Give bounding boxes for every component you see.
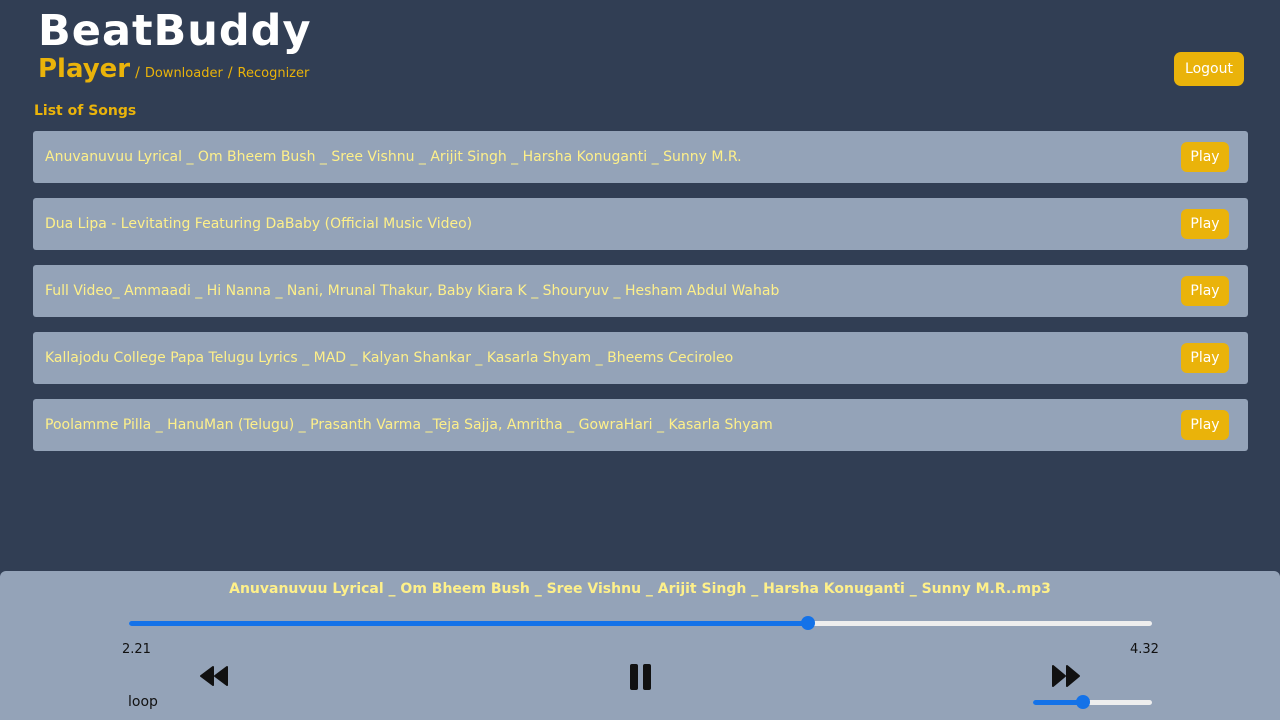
nav-separator: / xyxy=(135,65,140,81)
fast-forward-icon[interactable] xyxy=(1051,663,1083,693)
play-button[interactable]: Play xyxy=(1181,276,1229,306)
player-bar: Anuvanuvuu Lyrical _ Om Bheem Bush _ Sre… xyxy=(0,571,1280,720)
song-title: Poolamme Pilla _ HanuMan (Telugu) _ Pras… xyxy=(45,417,773,433)
play-button[interactable]: Play xyxy=(1181,142,1229,172)
song-title: Kallajodu College Papa Telugu Lyrics _ M… xyxy=(45,350,734,366)
play-button[interactable]: Play xyxy=(1181,209,1229,239)
now-playing-title: Anuvanuvuu Lyrical _ Om Bheem Bush _ Sre… xyxy=(229,581,1051,597)
seek-thumb[interactable] xyxy=(801,616,816,630)
play-button[interactable]: Play xyxy=(1181,343,1229,373)
play-button[interactable]: Play xyxy=(1181,410,1229,440)
song-title: Dua Lipa - Levitating Featuring DaBaby (… xyxy=(45,216,473,232)
song-title: Anuvanuvuu Lyrical _ Om Bheem Bush _ Sre… xyxy=(45,149,742,165)
seek-progress xyxy=(129,621,809,626)
volume-thumb[interactable] xyxy=(1075,695,1090,709)
song-list: Anuvanuvuu Lyrical _ Om Bheem Bush _ Sre… xyxy=(33,131,1248,466)
song-row: Anuvanuvuu Lyrical _ Om Bheem Bush _ Sre… xyxy=(33,131,1248,183)
nav-downloader[interactable]: Downloader xyxy=(145,66,223,81)
song-row: Dua Lipa - Levitating Featuring DaBaby (… xyxy=(33,198,1248,250)
current-time: 2.21 xyxy=(122,642,151,657)
rewind-icon[interactable] xyxy=(199,664,229,692)
loop-toggle[interactable]: loop xyxy=(128,694,158,710)
seek-slider[interactable] xyxy=(129,616,1152,630)
app-logo: BeatBuddy xyxy=(38,6,312,56)
song-title: Full Video_ Ammaadi _ Hi Nanna _ Nani, M… xyxy=(45,283,780,299)
song-list-title: List of Songs xyxy=(34,103,137,119)
logout-button[interactable]: Logout xyxy=(1174,52,1244,86)
pause-icon[interactable] xyxy=(629,663,653,695)
nav-player[interactable]: Player xyxy=(38,54,130,84)
breadcrumb-nav: Player / Downloader / Recognizer xyxy=(38,54,309,84)
song-row: Poolamme Pilla _ HanuMan (Telugu) _ Pras… xyxy=(33,399,1248,451)
song-row: Kallajodu College Papa Telugu Lyrics _ M… xyxy=(33,332,1248,384)
nav-recognizer[interactable]: Recognizer xyxy=(238,66,310,81)
song-row: Full Video_ Ammaadi _ Hi Nanna _ Nani, M… xyxy=(33,265,1248,317)
total-time: 4.32 xyxy=(1130,642,1159,657)
nav-separator: / xyxy=(227,65,233,81)
volume-slider[interactable] xyxy=(1033,695,1152,709)
